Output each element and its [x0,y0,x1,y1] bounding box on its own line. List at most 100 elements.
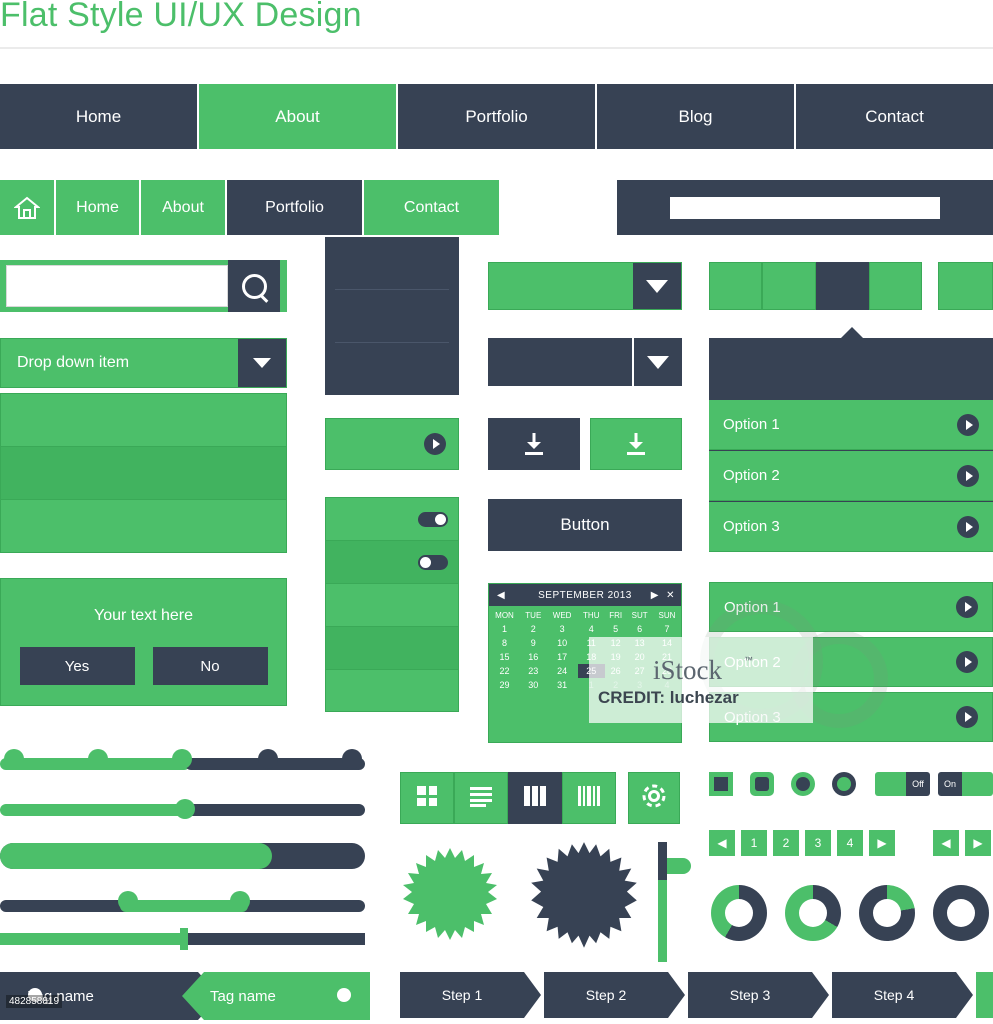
segment-extra-button[interactable] [938,262,993,310]
slider-square-knob[interactable] [0,928,365,950]
slider-knob[interactable] [342,749,362,769]
segment-3-active[interactable] [815,262,869,310]
secondary-nav-item-home[interactable]: Home [56,180,141,235]
calendar-day[interactable]: 9 [520,636,547,650]
calendar-day[interactable]: 6 [626,622,653,636]
option-item-2[interactable]: Option 2 [709,637,993,687]
top-nav-item-contact[interactable]: Contact [796,84,993,149]
segment-4[interactable] [868,262,922,310]
calendar-day-other-month[interactable]: 2 [605,678,626,692]
pagination-compact-next[interactable]: ▶ [965,830,991,856]
download-button-dark[interactable] [488,418,580,470]
dropdown-option-list[interactable] [0,393,287,553]
calendar-day[interactable]: 17 [547,650,578,664]
calendar-day-selected[interactable]: 25 [577,664,605,678]
view-bars-button[interactable] [562,772,616,824]
green-arrow-button[interactable] [325,418,459,470]
slider-knob[interactable] [118,891,138,911]
toggle-on-control[interactable]: On [938,772,993,796]
calendar-day[interactable]: 26 [605,664,626,678]
dark-download-bar[interactable] [488,338,682,386]
calendar-day[interactable]: 24 [547,664,578,678]
slider-range[interactable] [0,891,365,917]
toggle-row[interactable] [326,627,458,670]
secondary-nav-item-about[interactable]: About [141,180,227,235]
calendar-day[interactable]: 30 [520,678,547,692]
step-1[interactable]: Step 1 [400,972,544,1018]
toggle-row[interactable] [326,670,458,712]
download-button-green[interactable] [590,418,682,470]
dropdown-option-row[interactable] [1,500,286,552]
slider-knob[interactable] [180,928,188,950]
radio-green[interactable] [791,772,815,796]
progress-bar-rounded[interactable] [0,843,365,869]
slider-knob[interactable] [175,799,195,819]
segment-2[interactable] [762,262,816,310]
calendar-day-other-month[interactable]: 1 [578,678,605,692]
chevron-left-icon[interactable]: ◀ [497,590,505,601]
secondary-nav-item-portfolio[interactable]: Portfolio [227,180,364,235]
calendar-day[interactable]: 14 [653,636,681,650]
calendar-day[interactable]: 2 [520,622,547,636]
top-nav-item-about[interactable]: About [199,84,398,149]
pagination-page-2[interactable]: 2 [773,830,799,856]
calendar-day[interactable]: 15 [489,650,520,664]
calendar-day[interactable]: 4 [578,622,605,636]
step-4[interactable]: Step 4 [832,972,976,1018]
yes-button[interactable]: Yes [19,647,135,685]
top-nav-item-home[interactable]: Home [0,84,199,149]
secondary-nav-item-contact[interactable]: Contact [364,180,499,235]
pagination-page-3[interactable]: 3 [805,830,831,856]
checkbox-rounded-green[interactable] [750,772,774,796]
calendar-day[interactable]: 3 [547,622,578,636]
option-item-3[interactable]: Option 3 [709,692,993,742]
calendar-day[interactable]: 23 [520,664,547,678]
slider-knob[interactable] [258,749,278,769]
pagination-next[interactable]: ▶ [869,830,895,856]
option-item-1[interactable]: Option 1 [709,400,993,450]
green-search-input[interactable] [6,265,228,307]
vertical-slider-knob[interactable] [667,858,691,874]
home-icon-button[interactable] [0,180,56,235]
settings-button[interactable] [628,772,680,824]
option-item-3[interactable]: Option 3 [709,502,993,552]
calendar-day[interactable]: 18 [578,650,605,664]
slider-knob[interactable] [172,749,192,769]
step-2[interactable]: Step 2 [544,972,688,1018]
pagination-prev[interactable]: ◀ [709,830,735,856]
slider-knob[interactable] [230,891,250,911]
dropdown-select[interactable]: Drop down item [0,338,287,388]
option-item-1[interactable]: Option 1 [709,582,993,632]
slider-multi-knob[interactable] [0,749,365,775]
toggle-row[interactable] [326,584,458,627]
pagination-page-1[interactable]: 1 [741,830,767,856]
calendar-day[interactable]: 22 [489,664,520,678]
radio-dark[interactable] [832,772,856,796]
calendar-day[interactable]: 28 [653,664,681,678]
nav-dropdown-panel[interactable] [325,237,459,395]
calendar-day[interactable]: 10 [547,636,578,650]
slider-knob[interactable] [88,749,108,769]
toggle-row[interactable] [326,541,458,584]
dropdown-option-row[interactable] [1,447,286,500]
top-nav-item-portfolio[interactable]: Portfolio [398,84,597,149]
arrow-down-button[interactable] [632,338,682,386]
chevron-right-icon[interactable]: ▶ [651,590,659,601]
pagination-page-4-active[interactable]: 4 [837,830,863,856]
calendar-day-other-month[interactable]: 4 [653,678,681,692]
calendar-day[interactable]: 21 [653,650,681,664]
calendar-day[interactable]: 31 [547,678,578,692]
pagination-compact-prev[interactable]: ◀ [933,830,959,856]
close-icon[interactable]: ✕ [666,590,675,601]
toggle-switch-off[interactable] [418,554,448,570]
calendar-day[interactable]: 1 [489,622,520,636]
no-button[interactable]: No [152,647,268,685]
option-item-2[interactable]: Option 2 [709,451,993,501]
checkbox-square-green[interactable] [709,772,733,796]
dropdown-toggle-button[interactable] [238,339,286,387]
view-column-button[interactable] [508,772,562,824]
calendar-day-other-month[interactable]: 3 [626,678,653,692]
slider-knob[interactable] [4,749,24,769]
toggle-row[interactable] [326,498,458,541]
green-download-bar[interactable] [488,262,682,310]
